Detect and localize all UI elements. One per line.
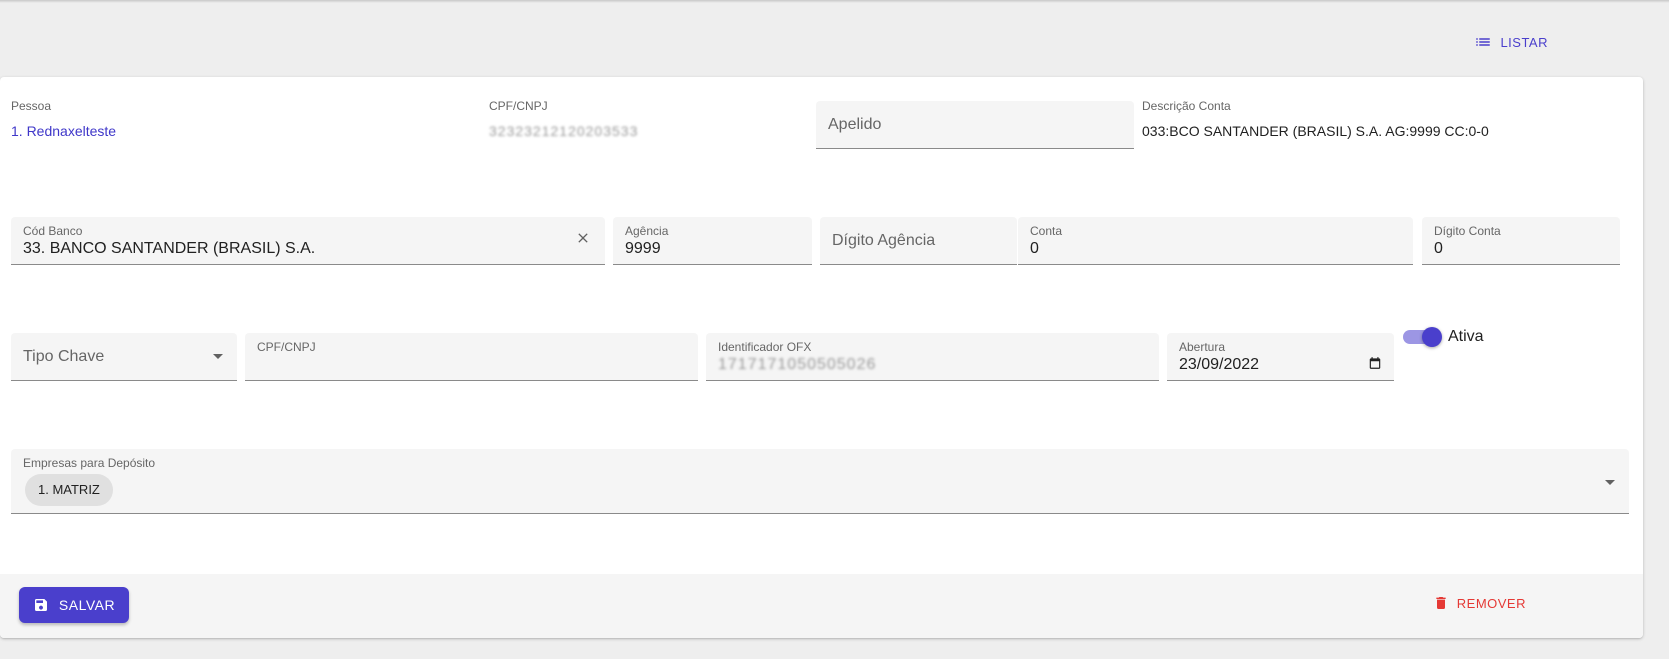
apelido-field[interactable]: Apelido bbox=[816, 101, 1134, 149]
account-form-card: Pessoa 1. Rednaxelteste CPF/CNPJ 3232321… bbox=[0, 77, 1643, 638]
descricao-label: Descrição Conta bbox=[1142, 99, 1231, 113]
cpf-label: CPF/CNPJ bbox=[489, 99, 548, 113]
agencia-value: 9999 bbox=[625, 240, 661, 257]
conta-label: Conta bbox=[1030, 224, 1063, 238]
empresa-chip[interactable]: 1. MATRIZ bbox=[25, 474, 113, 506]
ativa-label: Ativa bbox=[1448, 328, 1484, 345]
chave-cpf-label: CPF/CNPJ bbox=[257, 340, 316, 354]
conta-field[interactable]: Conta 0 bbox=[1018, 217, 1413, 265]
calendar-icon[interactable] bbox=[1368, 356, 1382, 370]
remove-button-label: REMOVER bbox=[1456, 595, 1526, 611]
abertura-date-field[interactable]: Abertura 23/09/2022 bbox=[1167, 333, 1394, 381]
cod-banco-field[interactable]: Cód Banco 33. BANCO SANTANDER (BRASIL) S… bbox=[11, 217, 605, 265]
list-icon bbox=[1476, 38, 1491, 46]
agencia-label: Agência bbox=[625, 224, 669, 238]
digito-agencia-placeholder: Dígito Agência bbox=[832, 232, 936, 249]
cod-banco-value: 33. BANCO SANTANDER (BRASIL) S.A. bbox=[23, 240, 316, 257]
toggle-knob bbox=[1422, 327, 1442, 347]
list-button[interactable]: LISTAR bbox=[1474, 33, 1548, 51]
clear-icon[interactable] bbox=[575, 230, 591, 246]
trash-icon bbox=[1436, 597, 1446, 609]
list-button-label: LISTAR bbox=[1500, 34, 1548, 50]
identificador-ofx-label: Identificador OFX bbox=[718, 340, 812, 354]
abertura-label: Abertura bbox=[1179, 340, 1226, 354]
save-button-label: SALVAR bbox=[58, 597, 116, 613]
digito-conta-value: 0 bbox=[1434, 240, 1443, 257]
abertura-value: 23/09/2022 bbox=[1179, 356, 1260, 373]
dropdown-arrow-icon bbox=[1605, 480, 1615, 485]
identificador-ofx-value: 1717171050505026 bbox=[718, 356, 877, 373]
apelido-placeholder: Apelido bbox=[828, 116, 882, 133]
pessoa-link[interactable]: 1. Rednaxelteste bbox=[11, 123, 116, 139]
identificador-ofx-field[interactable]: Identificador OFX 1717171050505026 bbox=[706, 333, 1159, 381]
digito-agencia-field[interactable]: Dígito Agência bbox=[820, 217, 1017, 265]
digito-conta-field[interactable]: Dígito Conta 0 bbox=[1422, 217, 1620, 265]
pessoa-label: Pessoa bbox=[11, 99, 52, 113]
conta-value: 0 bbox=[1030, 240, 1039, 257]
descricao-value: 033:BCO SANTANDER (BRASIL) S.A. AG:9999 … bbox=[1142, 123, 1489, 139]
empresas-deposito-label: Empresas para Depósito bbox=[23, 456, 156, 470]
top-shadow bbox=[0, 0, 1669, 3]
ativa-toggle[interactable] bbox=[1403, 327, 1442, 347]
save-button[interactable]: SALVAR bbox=[19, 587, 129, 623]
form-footer: SALVAR REMOVER bbox=[0, 574, 1643, 638]
cpf-value: 32323212120203533 bbox=[489, 123, 639, 139]
remove-button[interactable]: REMOVER bbox=[1433, 595, 1526, 611]
tipo-chave-placeholder: Tipo Chave bbox=[23, 348, 105, 365]
empresas-deposito-select[interactable]: Empresas para Depósito bbox=[11, 449, 1629, 514]
cod-banco-label: Cód Banco bbox=[23, 224, 83, 238]
chave-cpf-field[interactable]: CPF/CNPJ bbox=[245, 333, 698, 381]
tipo-chave-select[interactable]: Tipo Chave bbox=[11, 333, 237, 381]
agencia-field[interactable]: Agência 9999 bbox=[613, 217, 812, 265]
digito-conta-label: Dígito Conta bbox=[1434, 224, 1501, 238]
save-icon bbox=[34, 599, 47, 611]
dropdown-arrow-icon bbox=[213, 354, 223, 359]
